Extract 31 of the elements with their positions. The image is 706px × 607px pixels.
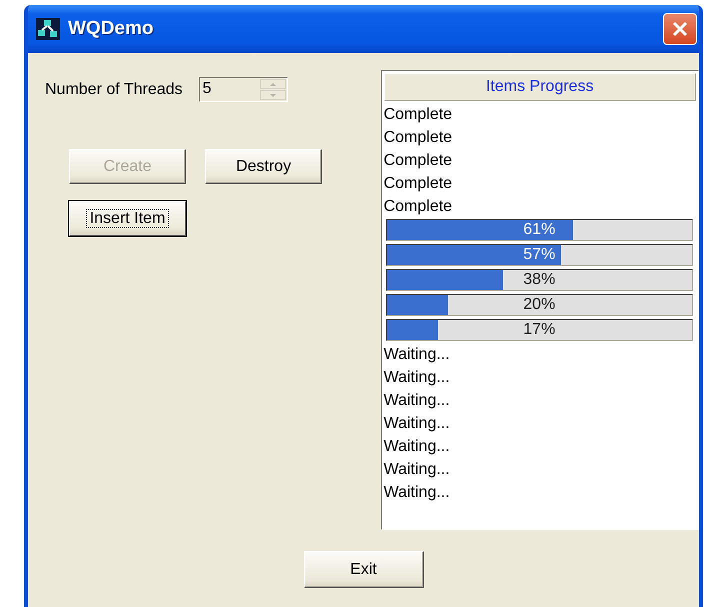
list-item[interactable]: Complete [382,149,698,172]
list-item[interactable]: Waiting... [382,481,698,504]
list-item[interactable]: Waiting... [382,366,698,389]
list-item[interactable]: Complete [382,172,698,195]
close-button[interactable] [663,13,697,45]
progress-reading: 38% [522,270,556,290]
progress-reading: 57% [522,245,556,265]
close-icon [672,21,688,37]
progress-reading: 17% [522,320,556,340]
list-item[interactable]: Waiting... [382,343,698,366]
spin-up-button[interactable] [260,79,286,89]
list-item[interactable]: Complete [382,126,698,149]
window-title: WQDemo [68,18,154,40]
threads-spin-field[interactable]: 5 [198,77,288,102]
threads-label: Number of Threads [45,80,183,98]
list-item[interactable]: Waiting... [382,435,698,458]
action-button[interactable]: Insert Item [69,201,186,236]
progress-reading: 20% [522,295,556,315]
list-header[interactable]: Items Progress [384,73,696,101]
action-button[interactable]: Destroy [205,149,322,184]
list-item[interactable]: Waiting... [382,458,698,481]
list-item[interactable]: Complete [382,103,698,126]
list-item[interactable]: Waiting... [382,389,698,412]
list-item[interactable]: Complete [382,195,698,218]
up-arrow-icon [270,82,276,86]
app-icon [36,18,60,40]
spin-down-button[interactable] [260,90,286,100]
progress-reading: 61% [522,220,556,240]
exit-button[interactable]: Exit [304,551,424,588]
list-item[interactable]: Waiting... [382,412,698,435]
down-arrow-icon [270,94,276,96]
